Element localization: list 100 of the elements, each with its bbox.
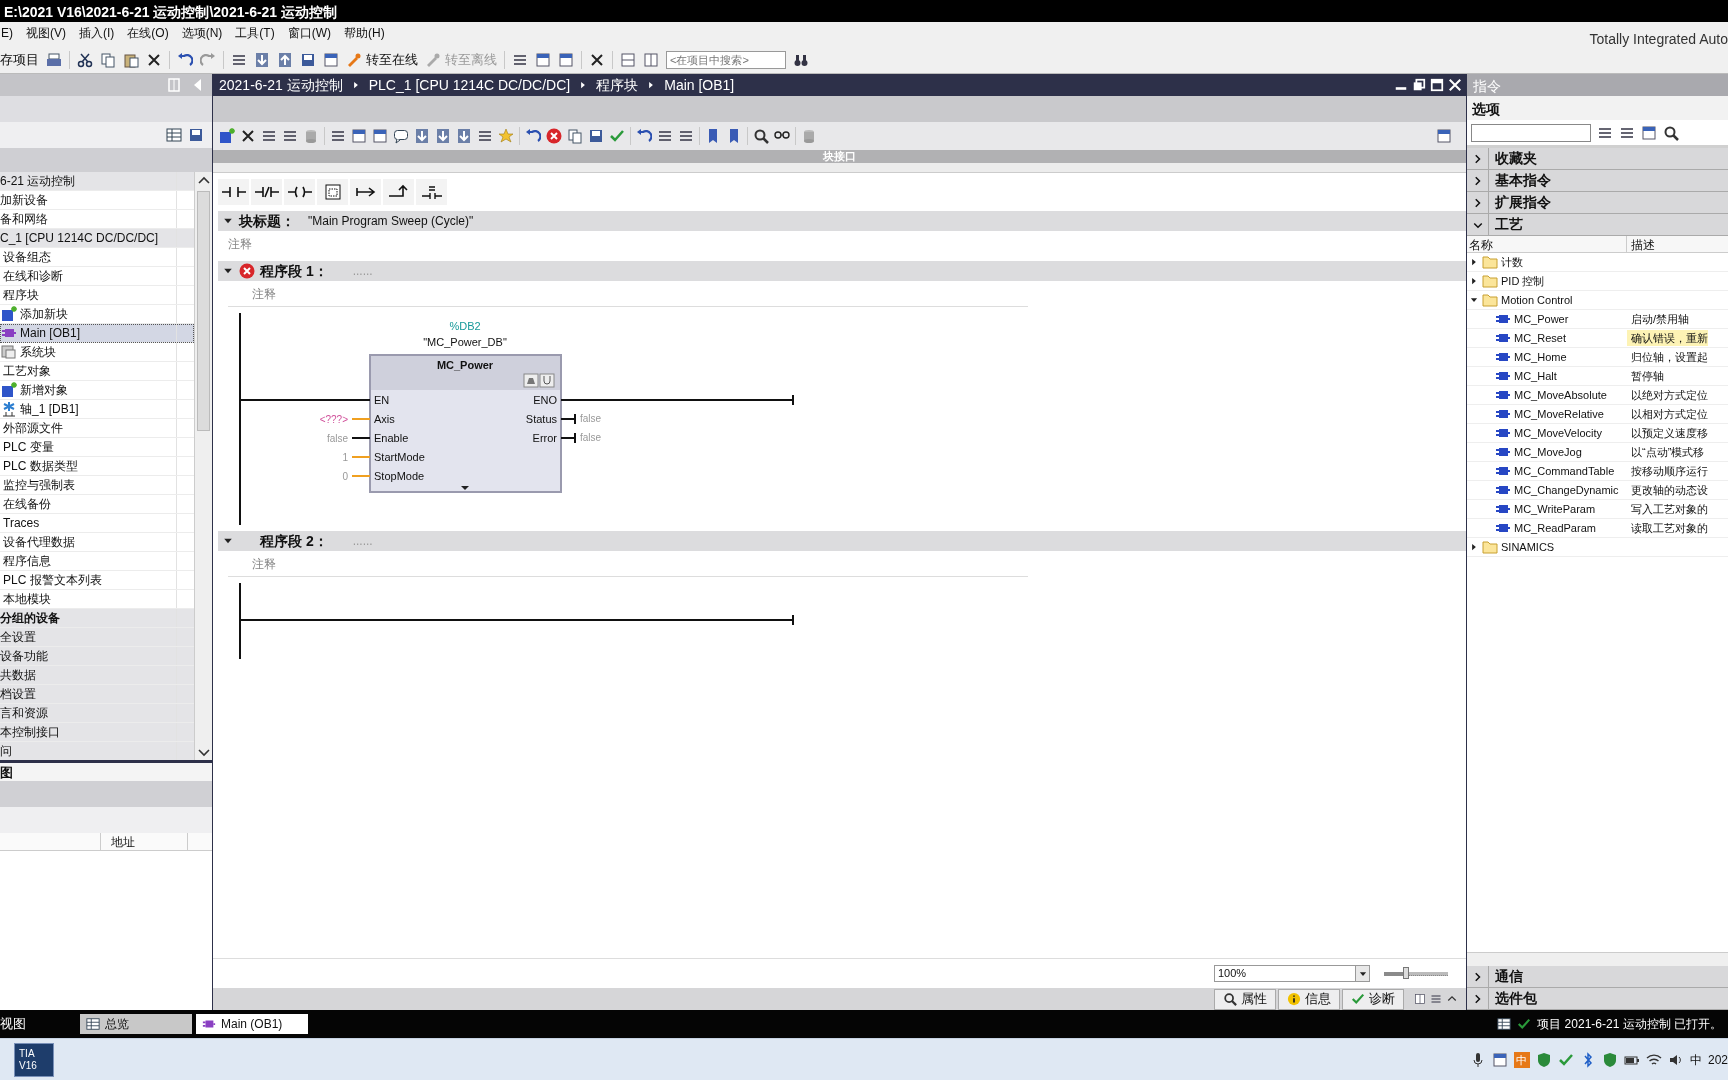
- zoom-dropdown[interactable]: 100%: [1214, 965, 1370, 982]
- tree-item[interactable]: 加新设备: [0, 191, 194, 210]
- tree-item[interactable]: 工艺对象: [0, 362, 194, 381]
- window-icon[interactable]: [1641, 124, 1657, 141]
- tree-item[interactable]: 系统块: [0, 343, 194, 362]
- instruction-name[interactable]: MC_Power: [1514, 310, 1569, 328]
- instruction-name[interactable]: MC_Halt: [1514, 367, 1557, 385]
- checkmark-icon[interactable]: [609, 128, 625, 144]
- window-icon[interactable]: [1436, 128, 1452, 144]
- search-field[interactable]: [1471, 123, 1591, 142]
- tree-item[interactable]: 6-21 运动控制: [0, 172, 194, 191]
- list-icon[interactable]: [330, 128, 346, 144]
- tree-item[interactable]: C_1 [CPU 1214C DC/DC/DC]: [0, 229, 194, 248]
- scissors-icon[interactable]: [77, 51, 93, 68]
- accordion-header[interactable]: 工艺: [1467, 214, 1728, 236]
- tree-item[interactable]: 外部源文件: [0, 419, 194, 438]
- tree-item[interactable]: 言和资源: [0, 704, 194, 723]
- list-icon[interactable]: [1430, 993, 1442, 1005]
- paste-icon[interactable]: [123, 51, 139, 68]
- printer-icon[interactable]: [46, 51, 62, 68]
- tree-item[interactable]: 监控与强制表: [0, 476, 194, 495]
- tree-item[interactable]: 在线和诊断: [0, 267, 194, 286]
- upload-icon[interactable]: [277, 51, 293, 68]
- negated-contact-icon[interactable]: [254, 184, 279, 200]
- error-icon[interactable]: [546, 128, 562, 144]
- download-icon[interactable]: [254, 51, 270, 68]
- tree-item[interactable]: 分组的设备: [0, 609, 194, 628]
- inspector-tab[interactable]: 信息: [1278, 988, 1340, 1010]
- restore-icon[interactable]: [1412, 78, 1426, 92]
- menu-item[interactable]: E): [0, 24, 22, 46]
- tree-item[interactable]: PLC 数据类型: [0, 457, 194, 476]
- tree-item[interactable]: 设备组态: [0, 248, 194, 267]
- inspector-tab[interactable]: 属性: [1214, 988, 1276, 1010]
- instruction-name[interactable]: MC_CommandTable: [1514, 462, 1615, 480]
- close-icon[interactable]: [1448, 78, 1462, 92]
- tree-item[interactable]: PLC 报警文本列表: [0, 571, 194, 590]
- menu-item[interactable]: 插入(I): [78, 24, 124, 46]
- window-icon[interactable]: [558, 51, 574, 68]
- copy-icon[interactable]: [567, 128, 583, 144]
- window-icon[interactable]: [323, 51, 339, 68]
- star-icon[interactable]: [498, 128, 514, 144]
- menu-item[interactable]: 工具(T): [234, 24, 284, 46]
- menu-item[interactable]: 窗口(W): [286, 24, 340, 46]
- search-field[interactable]: <在项目中搜索>: [666, 50, 786, 69]
- menu-item[interactable]: 在线(O): [126, 24, 178, 46]
- comment-field[interactable]: 注释: [218, 231, 1466, 255]
- split-icon[interactable]: [643, 51, 659, 68]
- close-branch-icon[interactable]: [419, 184, 444, 200]
- undo-icon[interactable]: [525, 128, 541, 144]
- breadcrumb-item[interactable]: 2021-6-21 运动控制: [219, 74, 343, 96]
- maximize-icon[interactable]: [1430, 78, 1444, 92]
- comment-field[interactable]: 注释: [228, 551, 1028, 577]
- tree-item[interactable]: 在线备份: [0, 495, 194, 514]
- instruction-name[interactable]: MC_Reset: [1514, 329, 1566, 347]
- scrollbar[interactable]: [1467, 952, 1728, 966]
- search-icon[interactable]: [753, 128, 769, 144]
- table-icon[interactable]: [1497, 1017, 1512, 1031]
- menu-item[interactable]: 视图(V): [25, 24, 75, 46]
- shield-icon[interactable]: [1601, 1051, 1618, 1068]
- tree-item[interactable]: 共数据: [0, 666, 194, 685]
- scrollbar[interactable]: [194, 172, 212, 760]
- folder-name[interactable]: Motion Control: [1501, 291, 1573, 309]
- tree-item[interactable]: 问: [0, 742, 194, 760]
- tree-item[interactable]: 新增对象: [0, 381, 194, 400]
- instruction-name[interactable]: MC_WriteParam: [1514, 500, 1596, 518]
- function-block[interactable]: [369, 354, 562, 493]
- download-icon[interactable]: [414, 128, 430, 144]
- toolbar-button[interactable]: 转至在线: [346, 49, 418, 70]
- list-icon[interactable]: [657, 128, 673, 144]
- comment-field[interactable]: 注释: [228, 281, 1028, 307]
- slider-thumb[interactable]: [1403, 966, 1410, 979]
- instruction-name[interactable]: MC_ChangeDynamic: [1514, 481, 1619, 499]
- comment-icon[interactable]: [393, 128, 409, 144]
- shield-icon[interactable]: [1535, 1051, 1552, 1068]
- list-icon[interactable]: [261, 128, 277, 144]
- split-icon[interactable]: [620, 51, 636, 68]
- window-icon[interactable]: [372, 128, 388, 144]
- instruction-name[interactable]: MC_Home: [1514, 348, 1567, 366]
- undo-icon[interactable]: [636, 128, 652, 144]
- new-block-icon[interactable]: [219, 128, 235, 144]
- window-icon[interactable]: [351, 128, 367, 144]
- split-icon[interactable]: [1414, 993, 1426, 1005]
- tree-item[interactable]: 档设置: [0, 685, 194, 704]
- contact-icon[interactable]: [221, 184, 246, 200]
- instruction-name[interactable]: MC_MoveVelocity: [1514, 424, 1603, 442]
- view-button[interactable]: 视图: [0, 1014, 80, 1034]
- undo-icon[interactable]: [177, 51, 193, 68]
- coil-icon[interactable]: [287, 184, 312, 200]
- list-icon[interactable]: [282, 128, 298, 144]
- tree-item[interactable]: 程序块: [0, 286, 194, 305]
- breadcrumb-item[interactable]: 程序块: [596, 74, 639, 96]
- accordion-header[interactable]: 选件包: [1467, 988, 1728, 1010]
- branch-arrow-icon[interactable]: [353, 184, 378, 200]
- menu-item[interactable]: 帮助(H): [343, 24, 394, 46]
- breadcrumb-item[interactable]: Main [OB1]: [664, 74, 735, 96]
- instruction-name[interactable]: MC_MoveJog: [1514, 443, 1582, 461]
- window-icon[interactable]: [535, 51, 551, 68]
- instruction-name[interactable]: MC_MoveAbsolute: [1514, 386, 1607, 404]
- window-icon[interactable]: [1491, 1051, 1508, 1068]
- tree-item[interactable]: Main [OB1]: [0, 324, 194, 343]
